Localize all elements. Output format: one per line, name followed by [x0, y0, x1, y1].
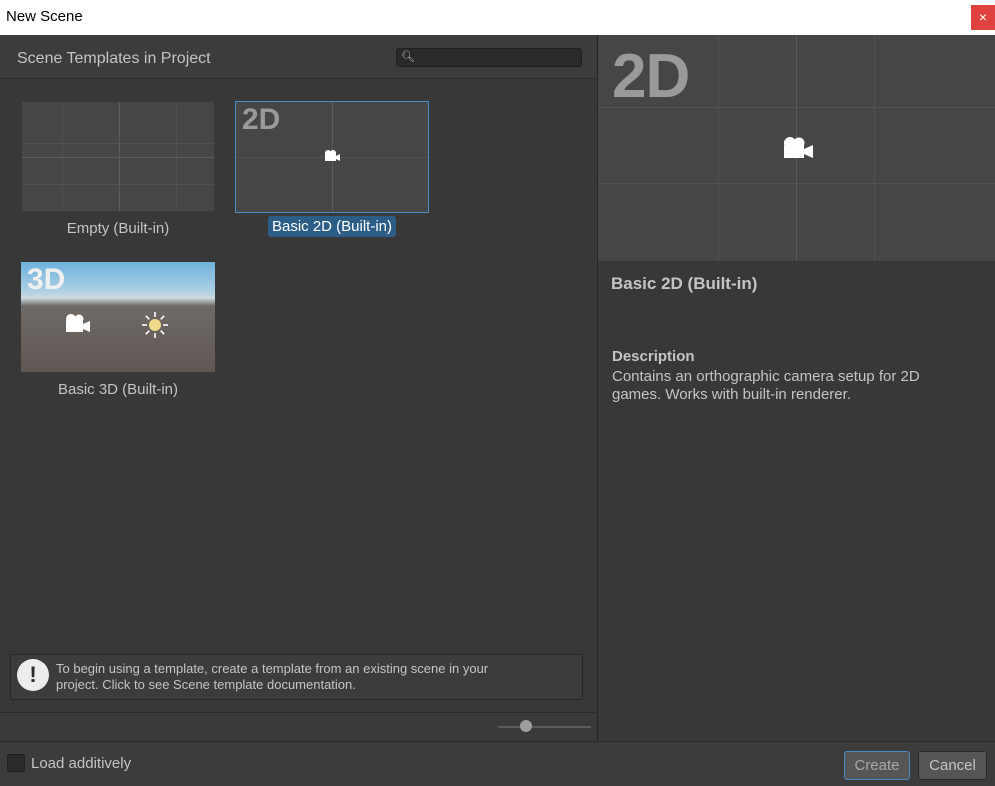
details-title: Basic 2D (Built-in): [611, 274, 758, 293]
template-basic-3d-label: Basic 3D (Built-in): [57, 381, 179, 398]
description-header: Description: [612, 348, 695, 365]
description-text: Contains an orthographic camera setup fo…: [612, 368, 920, 403]
info-text: To begin using a template, create a temp…: [56, 661, 489, 692]
light-icon: [142, 312, 168, 338]
title-bar: New Scene ×: [0, 0, 995, 35]
templates-footer: [0, 712, 596, 741]
camera-icon: [66, 314, 90, 332]
template-info-message[interactable]: ! To begin using a template, create a te…: [10, 654, 583, 700]
badge-2d: 2D: [242, 103, 281, 136]
camera-icon: [784, 137, 813, 158]
close-button[interactable]: ×: [971, 5, 995, 30]
search-icon: 🔍︎: [401, 51, 415, 63]
cancel-button[interactable]: Cancel: [918, 751, 987, 780]
preview-badge: 2D: [612, 42, 690, 111]
templates-panel: Scene Templates in Project 🔍︎ Empty (Bui…: [0, 35, 596, 741]
load-additively-checkbox[interactable]: [7, 754, 25, 772]
template-basic-3d-thumbnail: 3D: [21, 262, 215, 372]
template-empty-thumbnail: [21, 101, 215, 212]
camera-icon: [325, 150, 340, 161]
templates-header-title: Scene Templates in Project: [17, 50, 211, 67]
warning-icon: !: [17, 659, 49, 691]
load-additively-label[interactable]: Load additively: [31, 755, 131, 772]
templates-header: Scene Templates in Project 🔍︎: [0, 35, 596, 79]
template-preview: 2D: [598, 35, 995, 261]
zoom-slider-track[interactable]: [498, 726, 591, 728]
template-basic-2d-thumbnail: 2D: [235, 101, 429, 213]
search-input[interactable]: 🔍︎: [396, 48, 582, 67]
badge-3d: 3D: [27, 263, 66, 296]
create-button[interactable]: Create: [844, 751, 910, 780]
details-panel: 2D Basic 2D (Built-in) Description Conta…: [597, 35, 995, 741]
template-empty[interactable]: Empty (Built-in): [21, 101, 216, 241]
template-basic-3d[interactable]: 3D Basic 3D (Built-in): [21, 262, 216, 402]
zoom-slider-handle[interactable]: [519, 720, 532, 732]
template-empty-label: Empty (Built-in): [66, 220, 170, 237]
dialog-footer: Load additively Create Cancel: [0, 741, 995, 786]
window-title: New Scene: [6, 8, 83, 25]
template-basic-2d-label: Basic 2D (Built-in): [267, 216, 397, 237]
template-basic-2d[interactable]: 2D Basic 2D (Built-in): [235, 101, 430, 241]
